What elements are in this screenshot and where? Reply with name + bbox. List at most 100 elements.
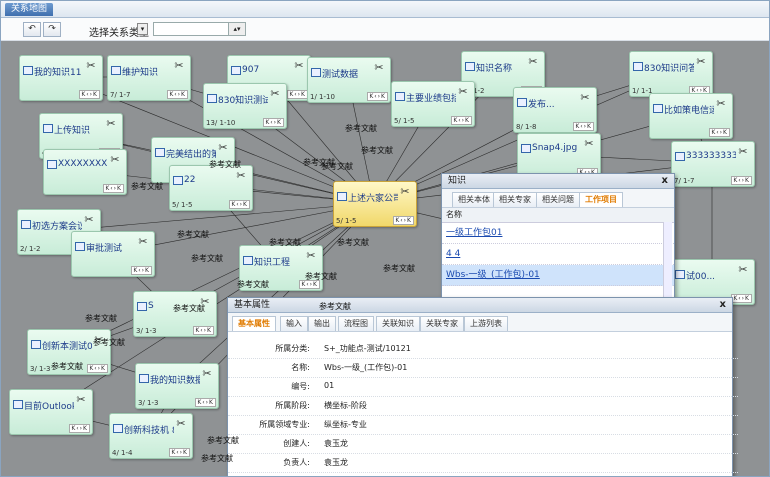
map-node[interactable]: 我的知识11 ✂ K‹›K bbox=[19, 55, 103, 101]
node-tools-icon[interactable]: ✂ bbox=[584, 138, 594, 160]
spinner-icon[interactable]: ▴▾ bbox=[228, 22, 246, 36]
node-tools-icon[interactable]: ✂ bbox=[174, 60, 184, 82]
node-pager[interactable]: K‹›K bbox=[731, 294, 752, 303]
node-tools-icon[interactable]: ✂ bbox=[696, 56, 706, 78]
scissors-icon[interactable]: ✂ bbox=[176, 417, 185, 430]
scissors-icon[interactable]: ✂ bbox=[202, 367, 211, 380]
scissors-icon[interactable]: ✂ bbox=[138, 235, 147, 248]
scissors-icon[interactable]: ✂ bbox=[270, 87, 279, 100]
node-pager[interactable]: K‹›K bbox=[451, 116, 472, 125]
node-pager[interactable]: K‹›K bbox=[79, 90, 100, 99]
node-pager[interactable]: K‹›K bbox=[193, 326, 214, 335]
map-node[interactable]: 维护知识 ✂ 7/ 1-7 K‹›K bbox=[107, 55, 191, 101]
map-node[interactable]: 我的知识数据 ✂ 3/ 1-3 K‹›K bbox=[135, 363, 219, 409]
tab-related-ontology[interactable]: 相关本体 bbox=[452, 192, 496, 207]
node-label[interactable]: 上传知识 bbox=[54, 123, 104, 136]
node-tools-icon[interactable]: ✂ bbox=[270, 88, 280, 110]
node-label[interactable]: 发布... bbox=[528, 97, 578, 110]
node-label[interactable]: 907 bbox=[242, 65, 292, 75]
tab-flowchart[interactable]: 流程图 bbox=[338, 316, 374, 331]
node-label[interactable]: 我的知识11 bbox=[34, 65, 84, 78]
tab-upstream-list[interactable]: 上游列表 bbox=[464, 316, 508, 331]
node-label[interactable]: 比如策电信运... bbox=[664, 103, 714, 116]
node-tools-icon[interactable]: ✂ bbox=[236, 170, 246, 192]
node-pager[interactable]: K‹›K bbox=[709, 128, 730, 137]
node-pager[interactable]: K‹›K bbox=[169, 448, 190, 457]
node-label[interactable]: 审批测试 bbox=[86, 241, 136, 254]
tab-input[interactable]: 输入 bbox=[280, 316, 308, 331]
tab-related-experts[interactable]: 相关专家 bbox=[493, 192, 537, 207]
search-input[interactable] bbox=[153, 22, 229, 36]
tab-output[interactable]: 输出 bbox=[308, 316, 336, 331]
node-label[interactable]: 知识名称 bbox=[476, 61, 526, 74]
map-node[interactable]: 830知识测试0...✂ 13/ 1-10 K‹›K bbox=[203, 83, 287, 129]
tab-related-questions[interactable]: 相关问题 bbox=[536, 192, 580, 207]
scissors-icon[interactable]: ✂ bbox=[86, 59, 95, 72]
relation-type-dropdown-icon[interactable]: ▾ bbox=[137, 23, 148, 35]
node-label[interactable]: 试00... bbox=[686, 269, 736, 282]
node-pager[interactable]: K‹›K bbox=[103, 184, 124, 193]
scissors-icon[interactable]: ✂ bbox=[84, 213, 93, 226]
node-label[interactable]: 创新科技机 8... bbox=[124, 423, 174, 436]
node-tools-icon[interactable]: ✂ bbox=[580, 92, 590, 114]
node-pager[interactable]: K‹›K bbox=[393, 216, 414, 225]
map-node[interactable]: XXXXXXXX...✂ K‹›K bbox=[43, 149, 127, 195]
map-node[interactable]: 主要业绩包括...✂ 5/ 1-5 K‹›K bbox=[391, 81, 475, 127]
node-label[interactable]: Snap4.jpg bbox=[532, 143, 582, 153]
scissors-icon[interactable]: ✂ bbox=[106, 117, 115, 130]
node-pager[interactable]: K‹›K bbox=[195, 398, 216, 407]
node-label[interactable]: 创新本测试00... bbox=[42, 339, 92, 352]
node-pager[interactable]: K‹›K bbox=[167, 90, 188, 99]
tab-basic-attributes[interactable]: 基本属性 bbox=[232, 316, 276, 331]
node-label[interactable]: 22 bbox=[184, 175, 234, 185]
node-tools-icon[interactable]: ✂ bbox=[294, 60, 304, 82]
node-label[interactable]: 目前Outlook.c... bbox=[24, 399, 74, 412]
node-label[interactable]: 3333333333... bbox=[686, 151, 736, 161]
scissors-icon[interactable]: ✂ bbox=[110, 153, 119, 166]
map-node[interactable]: 创新科技机 8...✂ 4/ 1-4 K‹›K bbox=[109, 413, 193, 459]
node-pager[interactable]: K‹›K bbox=[131, 266, 152, 275]
map-node[interactable]: 830知识问答...✂1/ 1-1K‹›K bbox=[629, 51, 713, 97]
scissors-icon[interactable]: ✂ bbox=[528, 55, 537, 68]
list-item[interactable]: 一级工作包01 bbox=[442, 223, 674, 244]
map-node[interactable]: 比如策电信运...✂ K‹›K bbox=[649, 93, 733, 139]
node-pager[interactable]: K‹›K bbox=[367, 92, 388, 101]
close-icon[interactable]: x bbox=[662, 174, 668, 188]
scissors-icon[interactable]: ✂ bbox=[76, 393, 85, 406]
node-pager[interactable]: K‹›K bbox=[287, 90, 308, 99]
node-tools-icon[interactable]: ✂ bbox=[738, 264, 748, 286]
node-label[interactable]: 维护知识 bbox=[122, 65, 172, 78]
node-tools-icon[interactable]: ✂ bbox=[138, 236, 148, 258]
node-label[interactable]: XXXXXXXX... bbox=[58, 159, 108, 169]
node-pager[interactable]: K‹›K bbox=[229, 200, 250, 209]
node-tools-icon[interactable]: ✂ bbox=[110, 154, 120, 176]
map-node[interactable]: S ✂ 3/ 1-3 K‹›K bbox=[133, 291, 217, 337]
list-item[interactable]: Wbs-一级_(工作包)-01 bbox=[442, 265, 674, 286]
map-node[interactable]: 发布... ✂ 8/ 1-8 K‹›K bbox=[513, 87, 597, 133]
scissors-icon[interactable]: ✂ bbox=[174, 59, 183, 72]
node-tools-icon[interactable]: ✂ bbox=[400, 186, 410, 208]
map-node[interactable]: 测试数据 ✂ 1/ 1-10 K‹›K bbox=[307, 57, 391, 103]
node-label[interactable]: 上述六家公司二季度的... bbox=[348, 191, 398, 204]
relation-map-canvas[interactable]: 我的知识11 ✂ K‹›K 维护知识 ✂ 7/ 1-7 K‹›K 907 ✂ K‹›K 测试数据 ✂ 1… bbox=[1, 41, 769, 476]
node-label[interactable]: 我的知识数据 bbox=[150, 373, 200, 386]
node-tools-icon[interactable]: ✂ bbox=[86, 60, 96, 82]
tab-work-items[interactable]: 工作项目 bbox=[579, 192, 623, 207]
scissors-icon[interactable]: ✂ bbox=[584, 137, 593, 150]
node-label[interactable]: 测试数据 bbox=[322, 67, 372, 80]
map-node[interactable]: 目前Outlook.c...✂ K‹›K bbox=[9, 389, 93, 435]
node-tools-icon[interactable]: ✂ bbox=[458, 86, 468, 108]
map-node[interactable]: 审批测试 ✂ K‹›K bbox=[71, 231, 155, 277]
node-tools-icon[interactable]: ✂ bbox=[738, 146, 748, 168]
map-node[interactable]: 3333333333...✂ 7/ 1-7 K‹›K bbox=[671, 141, 755, 187]
node-tools-icon[interactable]: ✂ bbox=[374, 62, 384, 84]
scissors-icon[interactable]: ✂ bbox=[294, 59, 303, 72]
node-tools-icon[interactable]: ✂ bbox=[202, 368, 212, 390]
node-pager[interactable]: K‹›K bbox=[731, 176, 752, 185]
scissors-icon[interactable]: ✂ bbox=[218, 141, 227, 154]
list-scrollbar[interactable] bbox=[663, 222, 672, 297]
node-pager[interactable]: K‹›K bbox=[87, 364, 108, 373]
scissors-icon[interactable]: ✂ bbox=[716, 97, 725, 110]
window-title-tab[interactable]: 关系地图 bbox=[5, 3, 54, 16]
node-label[interactable]: 知识工程 bbox=[254, 255, 304, 268]
